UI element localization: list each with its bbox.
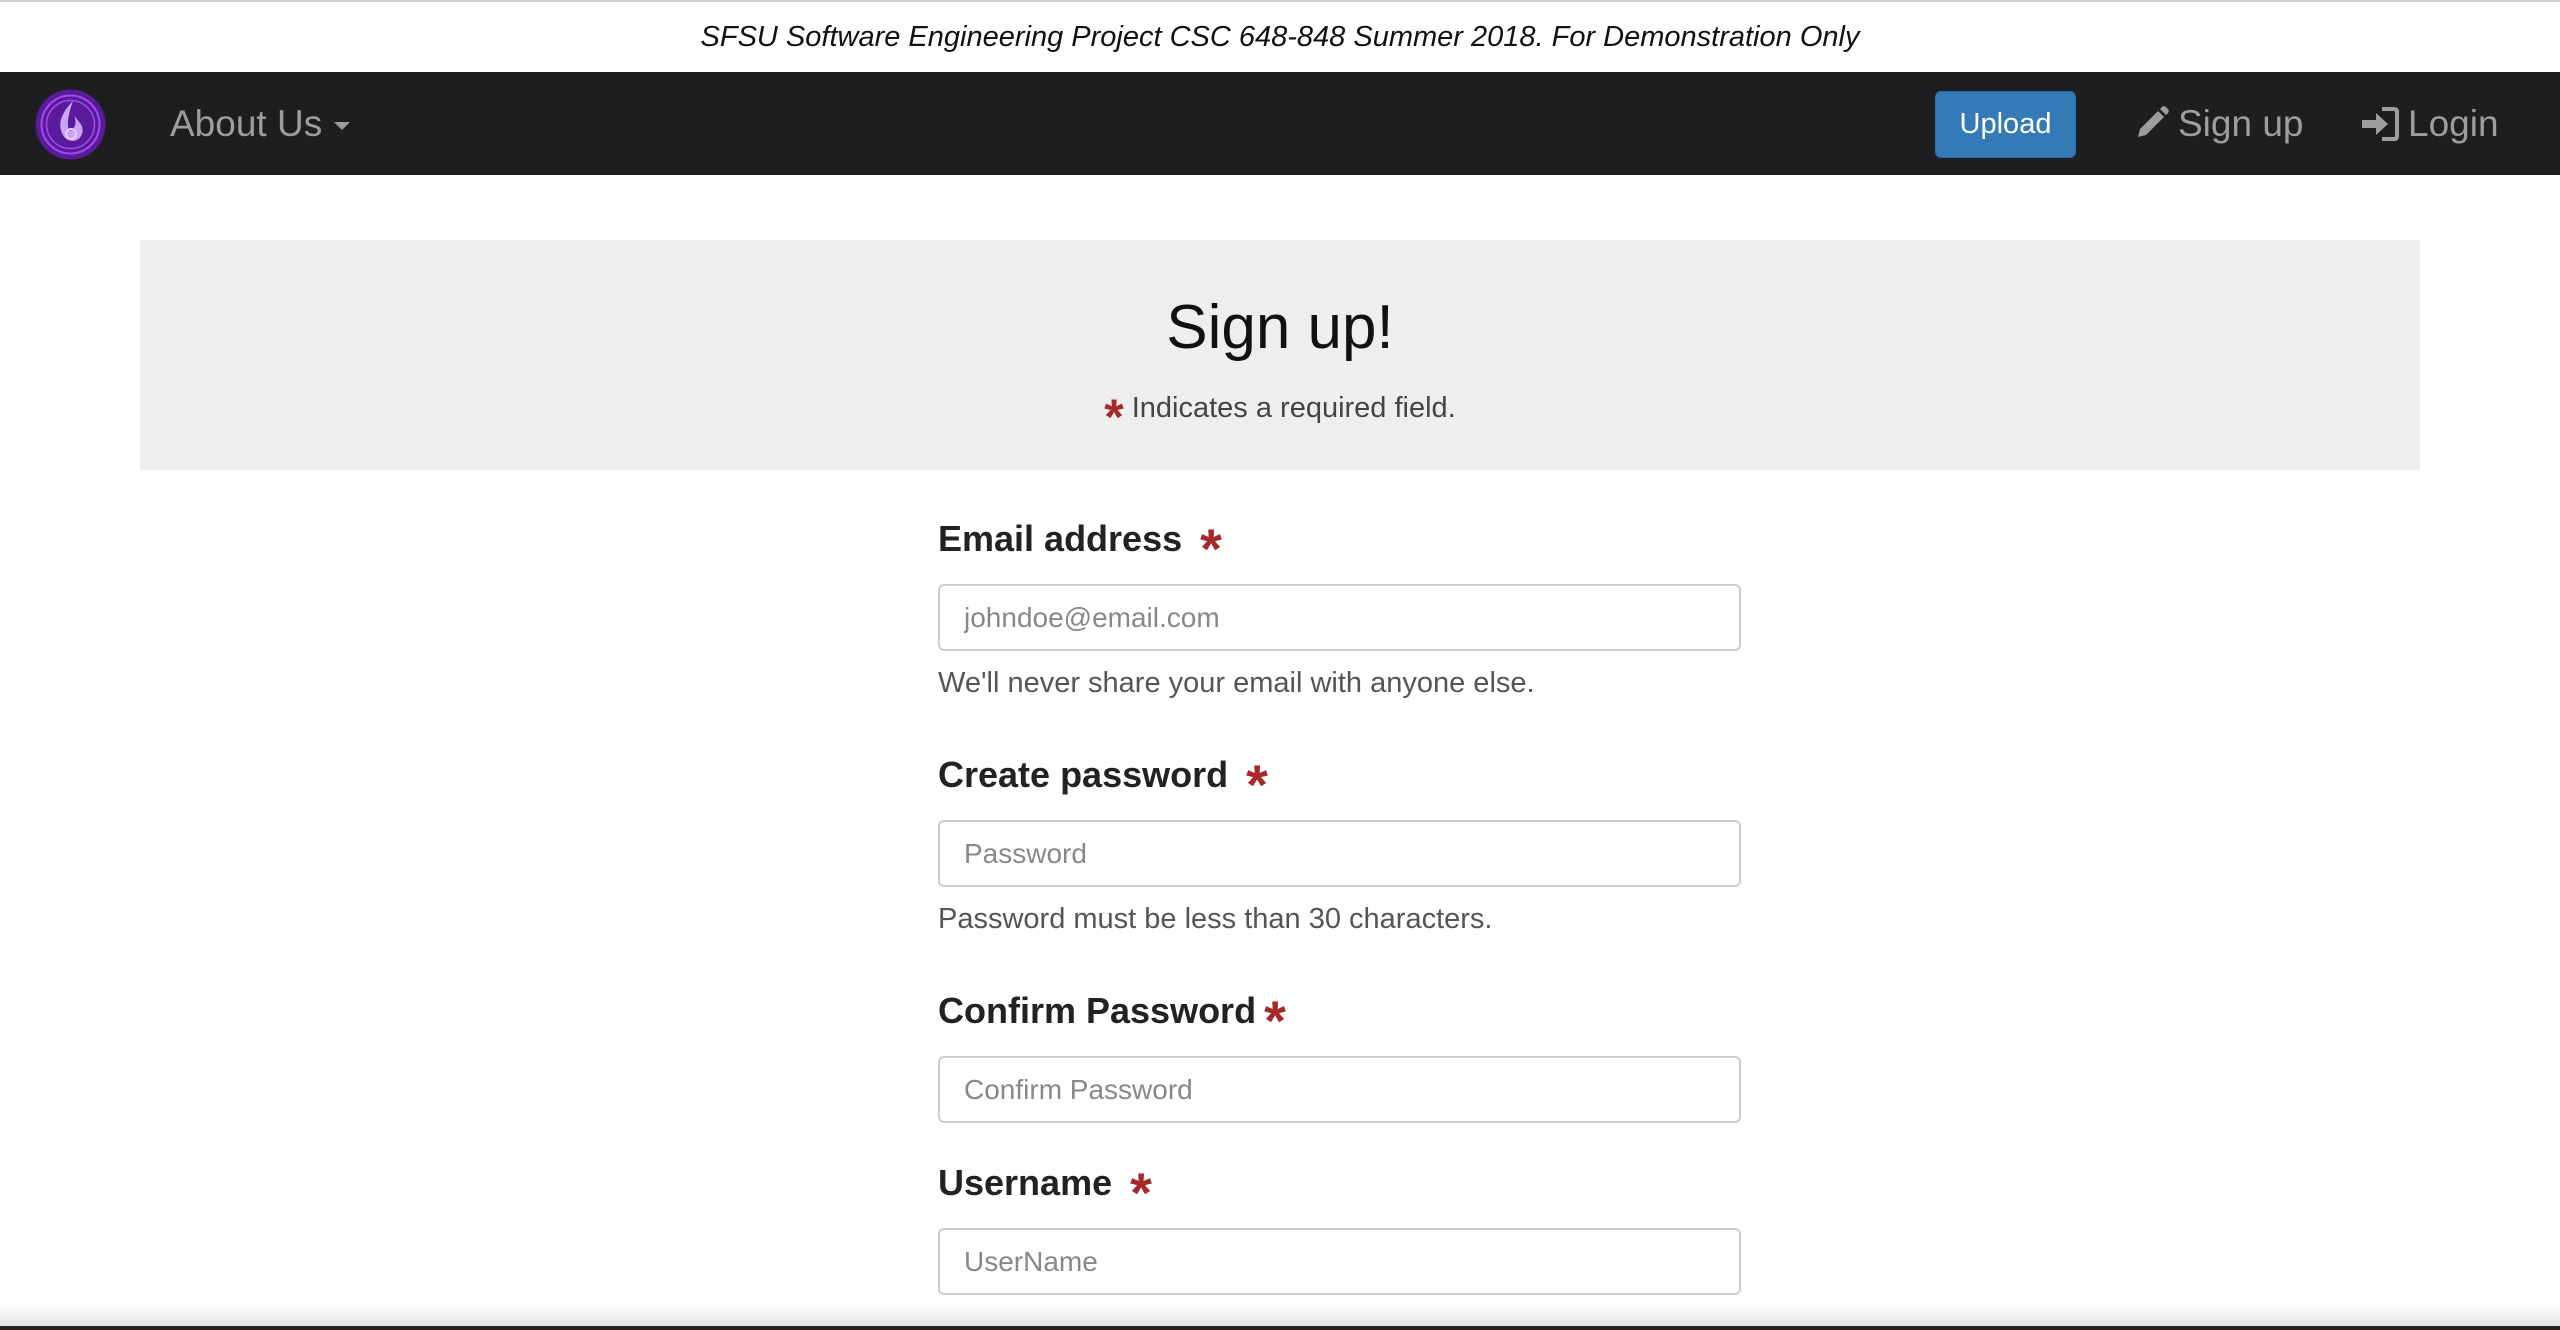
login-label: Login [2408,102,2499,144]
email-field[interactable] [938,584,1741,651]
demo-banner-text: SFSU Software Engineering Project CSC 64… [700,20,1860,53]
required-note-text: Indicates a required field. [1131,392,1456,424]
email-help-text: We'll never share your email with anyone… [938,667,1535,699]
confirm-password-field[interactable] [938,1056,1741,1123]
required-note: * Indicates a required field. [140,392,2420,442]
upload-button[interactable]: Upload [1935,91,2076,158]
navbar: About Us Upload Sign up Login [0,72,2560,175]
signup-page: SFSU Software Engineering Project CSC 64… [0,0,2560,1330]
demo-banner: SFSU Software Engineering Project CSC 64… [0,0,2560,72]
email-label: Email address * [938,517,1222,580]
login-link[interactable]: Login [2360,72,2499,175]
flame-logo-icon[interactable] [33,87,108,162]
password-label: Create password * [938,753,1268,816]
password-help-text: Password must be less than 30 characters… [938,903,1493,935]
signup-header: Sign up! * Indicates a required field. [140,240,2420,470]
username-label: Username * [938,1161,1152,1224]
password-field[interactable] [938,820,1741,887]
caret-down-icon [334,121,351,130]
signup-link[interactable]: Sign up [2132,72,2304,175]
username-field[interactable] [938,1228,1741,1295]
pencil-icon [2138,105,2169,137]
window-bottom-edge [0,1326,2560,1330]
confirm-password-label: Confirm Password * [938,989,1286,1052]
required-asterisk-icon: * [1200,517,1222,580]
required-asterisk-icon: * [1246,753,1268,816]
required-asterisk-icon: * [1104,388,1124,445]
required-asterisk-icon: * [1130,1161,1152,1224]
required-asterisk-icon: * [1264,989,1286,1052]
page-title: Sign up! [1166,293,1394,362]
about-us-dropdown[interactable]: About Us [170,72,351,175]
signup-label: Sign up [2178,102,2304,144]
login-icon [2362,106,2399,141]
about-us-label: About Us [170,102,323,144]
